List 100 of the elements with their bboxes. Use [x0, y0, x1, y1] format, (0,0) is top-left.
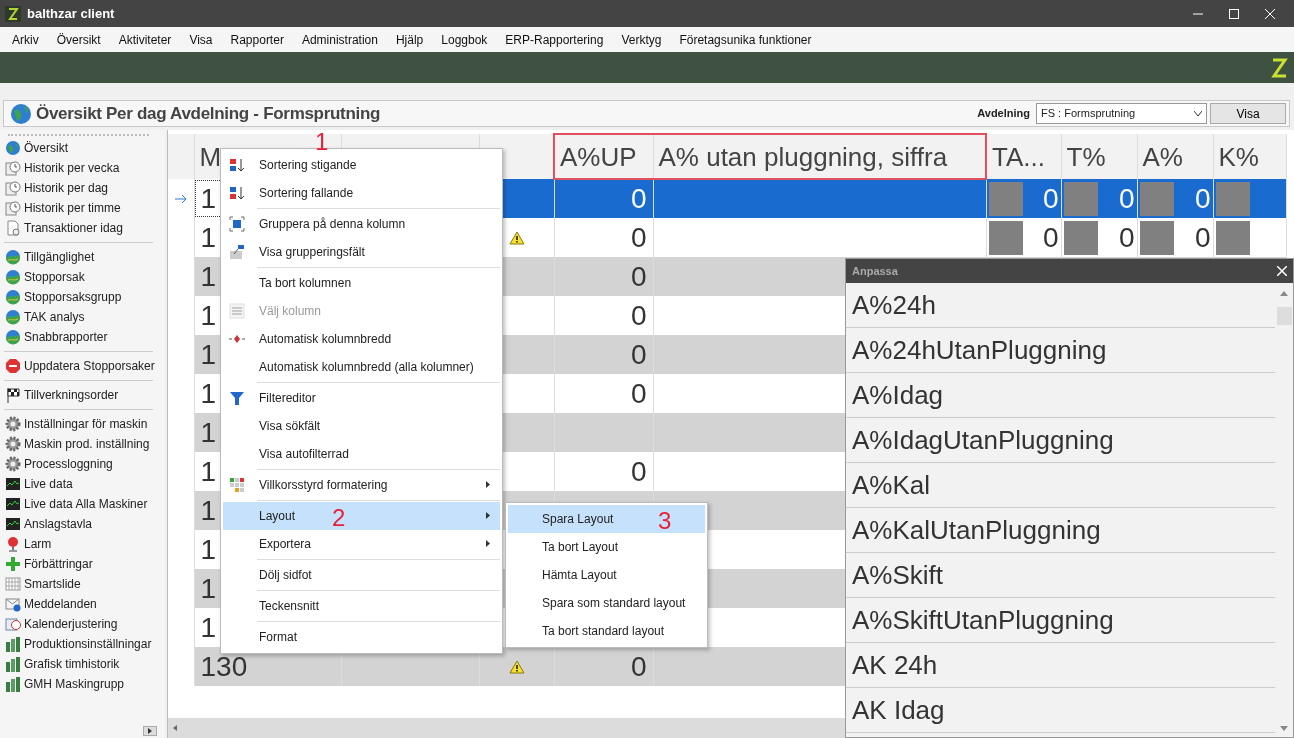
menu-item[interactable]: Företagsunika funktioner [670, 30, 821, 49]
scroll-thumb[interactable] [1277, 307, 1292, 325]
sidebar-item[interactable]: Processloggning [0, 454, 165, 474]
app-logo-icon [1270, 56, 1288, 79]
sidebar-item[interactable]: Inställningar för maskin [0, 414, 165, 434]
gear-icon [5, 456, 21, 472]
globe-icon [5, 309, 21, 325]
list-item[interactable]: A%IdagUtanPluggning [846, 418, 1275, 463]
column-header[interactable]: TA... [986, 134, 1061, 179]
field-label: Avdelning [977, 106, 1030, 122]
list-item[interactable]: A%Skift [846, 553, 1275, 598]
sidebar-item[interactable]: Historik per vecka [0, 158, 165, 178]
list-item[interactable]: A%SkiftUtanPluggning [846, 598, 1275, 643]
sidebar-item[interactable]: Produktionsinställningar [0, 634, 165, 654]
sidebar-item[interactable]: Live data Alla Maskiner [0, 494, 165, 514]
sidebar-item[interactable]: Stopporsaksgrupp [0, 287, 165, 307]
menu-item[interactable]: Hämta Layout [508, 561, 705, 589]
colored-squares-icon [229, 477, 245, 493]
table-cell: 0 [1194, 223, 1211, 252]
sidebar-item[interactable]: Tillgänglighet [0, 247, 165, 267]
gear-icon [5, 436, 21, 452]
annotation-number: 2 [332, 506, 346, 530]
menu-item[interactable]: Visa [180, 30, 222, 49]
sidebar-item[interactable]: Anslagstavla [0, 514, 165, 534]
menu-item[interactable]: Ta bort Layout [508, 533, 705, 561]
menu-item[interactable]: Administration [292, 30, 387, 49]
menu-item[interactable]: Aktiviteter [109, 30, 181, 49]
close-icon[interactable] [1265, 8, 1275, 19]
menu-item[interactable]: Rapporter [221, 30, 293, 49]
list-item[interactable]: A%24h [846, 283, 1275, 328]
menu-item[interactable]: Översikt [47, 30, 110, 49]
list-item[interactable]: A%Kal [846, 463, 1275, 508]
caret-icon [1194, 111, 1202, 116]
warning-icon [508, 230, 525, 245]
list-item[interactable]: AK 24h [846, 643, 1275, 688]
sidebar-item[interactable]: Stopporsak [0, 267, 165, 287]
sidebar-item[interactable]: Smartslide [0, 574, 165, 594]
horizontal-scrollbar[interactable] [168, 718, 845, 738]
menu-item[interactable]: ERP-Rapportering [496, 30, 613, 49]
sidebar-item[interactable]: Grafisk timhistorik [0, 654, 165, 674]
list-item[interactable]: A%24hUtanPluggning [846, 328, 1275, 373]
close-icon[interactable] [1277, 266, 1287, 276]
annotation-number: 3 [658, 509, 672, 533]
menu-item[interactable]: Ta bort standard layout [508, 617, 705, 645]
panel-title: Anpassa [852, 263, 898, 279]
list-item[interactable]: A%KalUtanPluggning [846, 508, 1275, 553]
table-cell: 0 [1194, 184, 1211, 213]
sidebar-item[interactable]: Meddelanden [0, 594, 165, 614]
window-title: balthzar client [27, 4, 115, 23]
sidebar-item[interactable]: Uppdatera Stopporsaker [0, 356, 165, 376]
arrow-icon [174, 194, 187, 203]
table-cell: 0 [554, 257, 653, 296]
show-button[interactable]: Visa [1210, 103, 1286, 124]
column-header[interactable]: A% utan pluggning, siffra [653, 134, 986, 179]
status-square [1215, 181, 1250, 216]
sidebar-item[interactable]: Tillverkningsorder [0, 385, 165, 405]
table-cell: 0 [554, 179, 653, 218]
column-header[interactable]: A% [1137, 134, 1213, 179]
scroll-down-icon[interactable] [1280, 726, 1288, 731]
menu-item[interactable]: Arkiv [3, 30, 48, 49]
submenu-arrow-icon [486, 512, 490, 519]
sort-ascending-icon [229, 157, 245, 173]
department-dropdown[interactable]: FS : Formsprutning [1036, 103, 1207, 124]
sidebar-item[interactable]: Transaktioner idag [0, 218, 165, 238]
globe-icon [5, 140, 21, 156]
table-cell: 0 [554, 647, 653, 686]
sidebar-item[interactable]: Larm [0, 534, 165, 554]
menu-item[interactable]: Loggbok [432, 30, 497, 49]
scroll-right-icon[interactable] [143, 726, 157, 736]
column-header[interactable]: T% [1061, 134, 1137, 179]
sidebar-item[interactable]: Historik per timme [0, 198, 165, 218]
menu-item[interactable]: Hjälp [386, 30, 433, 49]
sidebar-item[interactable]: GMH Maskingrupp [0, 674, 165, 694]
list-item[interactable]: A%Idag [846, 373, 1275, 418]
sidebar-item[interactable]: Snabbrapporter [0, 327, 165, 347]
scroll-up-icon[interactable] [1280, 291, 1288, 296]
alarm-icon [5, 536, 21, 552]
sidebar-item[interactable]: Kalenderjustering [0, 614, 165, 634]
globe-icon [5, 249, 21, 265]
menu-item[interactable]: Sortering stigande [223, 151, 500, 179]
sidebar-item[interactable]: Maskin prod. inställning [0, 434, 165, 454]
checkered-flag-icon [5, 387, 21, 403]
menu-item[interactable]: Verktyg [612, 30, 671, 49]
maximize-icon[interactable] [1229, 8, 1239, 19]
sidebar-item[interactable]: Live data [0, 474, 165, 494]
menu-item[interactable]: Spara som standard layout [508, 589, 705, 617]
monitor-icon [5, 496, 21, 512]
bar-chart-icon [5, 676, 21, 692]
sidebar-item[interactable]: Översikt [0, 138, 165, 158]
sidebar-item[interactable]: Förbättringar [0, 554, 165, 574]
table-cell: 0 [1042, 184, 1059, 213]
monitor-icon [5, 476, 21, 492]
column-header[interactable]: A%UP [554, 134, 653, 179]
column-header[interactable]: K% [1213, 134, 1286, 179]
bar-chart-icon [5, 656, 21, 672]
list-item[interactable]: AK Idag [846, 688, 1275, 733]
list-icon [229, 303, 245, 319]
sidebar-item[interactable]: TAK analys [0, 307, 165, 327]
warning-icon [508, 659, 525, 674]
sidebar-item[interactable]: Historik per dag [0, 178, 165, 198]
